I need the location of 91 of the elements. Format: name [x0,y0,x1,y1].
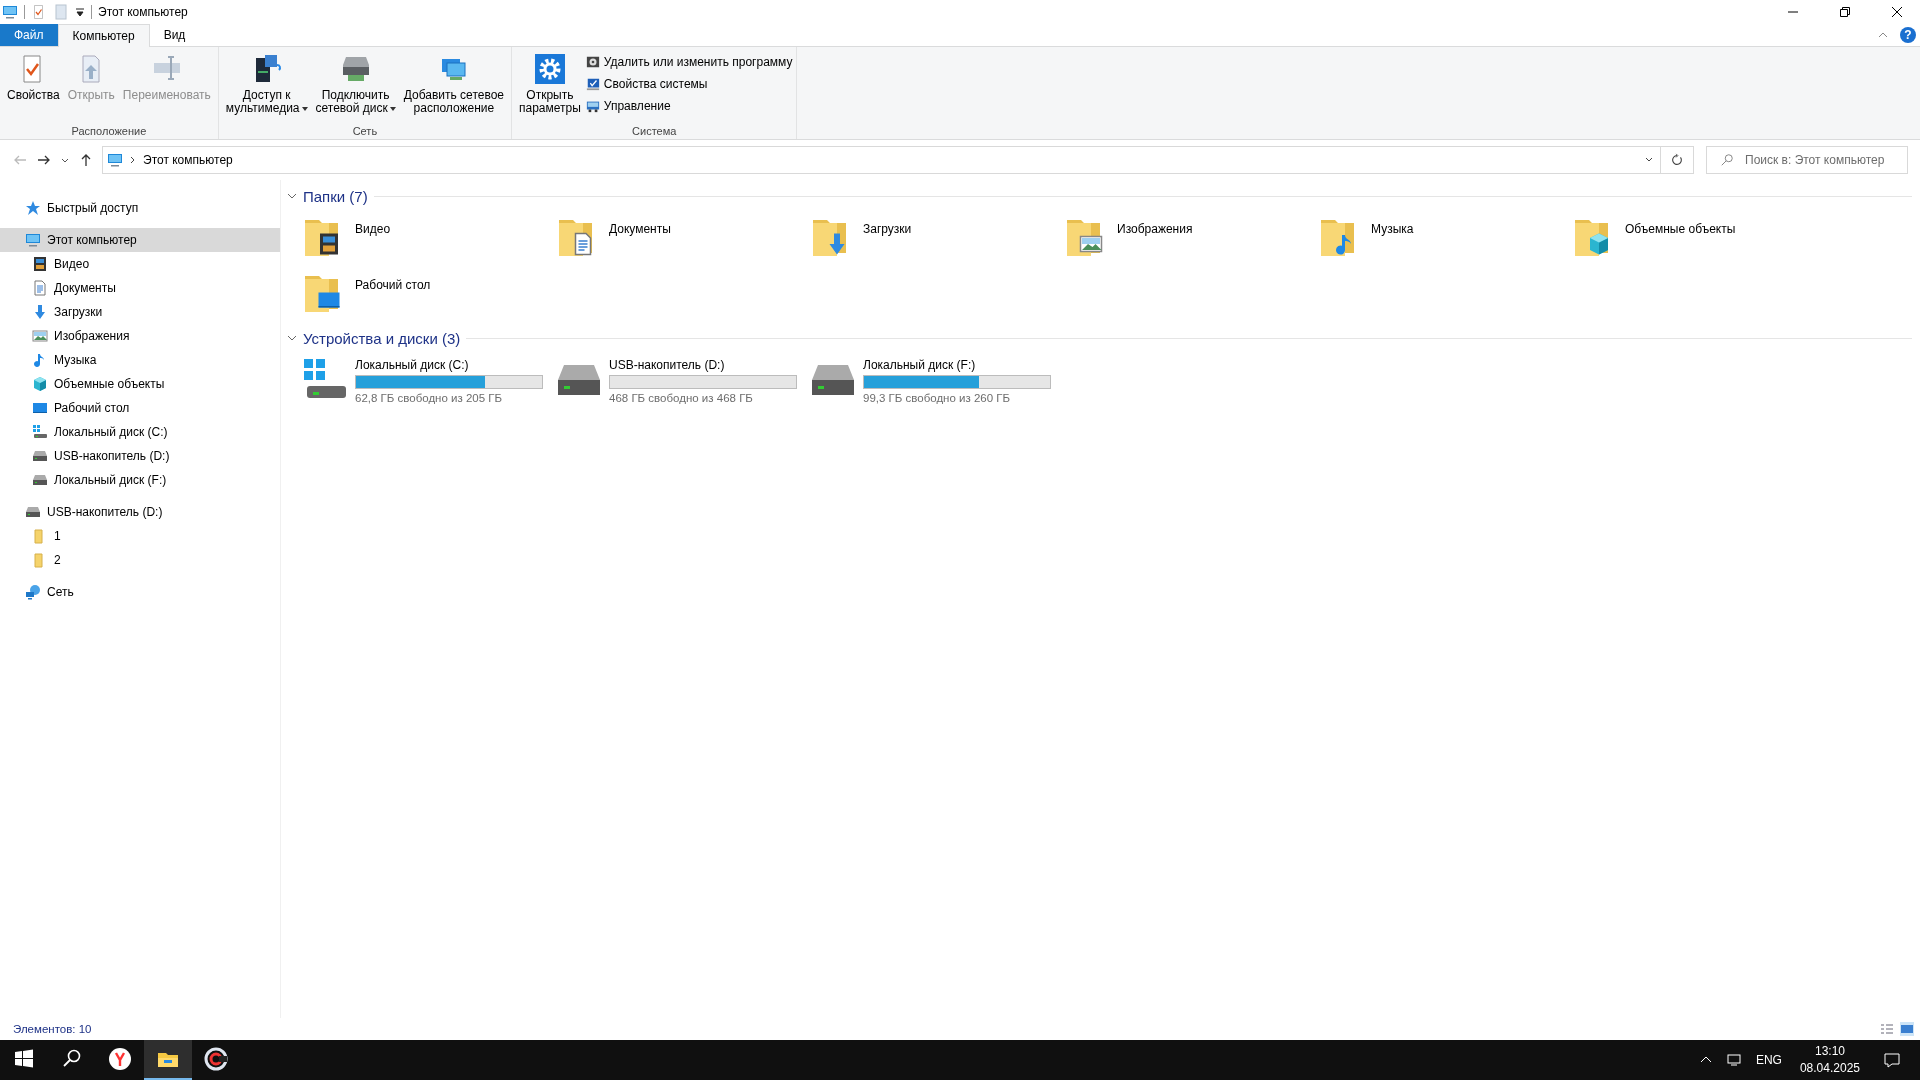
sidebar-item[interactable]: Объемные объекты [0,372,280,396]
folder-tile[interactable]: Загрузки [809,214,1063,266]
ribbon-button[interactable]: Добавить сетевое расположение [400,51,507,125]
ribbon-button[interactable]: Открыть параметры [516,51,584,125]
computer-icon [107,152,123,168]
folder-tile[interactable]: Музыка [1317,214,1571,266]
refresh-icon[interactable] [1670,153,1684,167]
customize-dropdown-icon[interactable] [75,7,85,17]
drive-tile[interactable]: Локальный диск (F:) 99,3 ГБ свободно из 260 ГБ [809,356,1063,406]
sidebar-item[interactable]: Быстрый доступ [0,196,280,220]
pc-icon [25,232,41,248]
ribbon-group-label: Система [631,125,678,137]
ribbon-button[interactable]: Подключить сетевой диск [312,51,399,125]
settings-icon [533,53,566,85]
drivewin-icon [32,424,48,440]
collapse-ribbon-icon[interactable] [1878,30,1888,40]
ribbon-button[interactable]: Свойства [4,51,63,125]
help-button[interactable]: ? [1900,27,1916,43]
network-icon[interactable] [1725,1052,1742,1068]
drive-name: Локальный диск (F:) [863,357,977,372]
drive-icon [32,472,48,488]
sidebar-item[interactable]: USB-накопитель (D:) [0,500,280,524]
sidebar-item[interactable]: Локальный диск (F:) [0,468,280,492]
sidebar-item[interactable]: Видео [0,252,280,276]
star-icon [25,200,41,216]
address-bar[interactable]: Этот компьютер [102,146,1694,174]
search-icon [1720,153,1734,167]
uninstall-icon [585,55,600,69]
computer-icon [2,4,18,20]
sidebar-item[interactable]: Музыка [0,348,280,372]
downloads-icon [32,304,48,320]
app-icon [108,1047,132,1071]
section-header[interactable]: Папки (7) [303,187,368,205]
taskbar-app-button[interactable] [144,1040,192,1080]
ribbon-tab[interactable]: Файл [0,24,58,46]
sidebar-item[interactable]: Локальный диск (C:) [0,420,280,444]
network-icon [25,584,41,600]
sidebar-item[interactable]: Этот компьютер [0,228,280,252]
sidebar-item[interactable]: Загрузки [0,300,280,324]
sidebar-item[interactable]: Документы [0,276,280,300]
system-icon [585,77,600,91]
close-icon [1891,6,1903,18]
free-space-text: 99,3 ГБ свободно из 260 ГБ [863,392,1012,404]
item-count: Элементов: 10 [13,1023,92,1035]
clock-date[interactable]: 08.04.2025 [1799,1060,1860,1077]
desktop-icon [32,400,48,416]
pictures-icon [32,328,48,344]
ribbon-group-label: Сеть [351,125,379,137]
app-icon [204,1047,228,1071]
chevron-down-icon[interactable] [287,333,297,343]
notifications-icon[interactable] [1884,1052,1900,1068]
free-space-text: 468 ГБ свободно из 468 ГБ [609,392,754,404]
folder-tile[interactable]: Объемные объекты [1571,214,1825,266]
section-header[interactable]: Устройства и диски (3) [303,329,461,347]
large-icons-view-icon[interactable] [1900,1022,1914,1036]
ribbon-small-button[interactable]: Удалить или изменить программу [585,53,793,71]
folder-tile[interactable]: Рабочий стол [301,270,555,322]
drive-tile[interactable]: Локальный диск (C:) 62,8 ГБ свободно из 205 ГБ [301,356,555,406]
ribbon-tab[interactable]: Компьютер [57,24,150,47]
ribbon-tab[interactable]: Вид [149,24,200,46]
sidebar-item[interactable]: USB-накопитель (D:) [0,444,280,468]
folder-tile[interactable]: Документы [555,214,809,266]
drive-icon [25,504,41,520]
window-title: Этот компьютер [98,5,188,19]
free-space-text: 62,8 ГБ свободно из 205 ГБ [355,392,504,404]
sidebar-item[interactable]: Изображения [0,324,280,348]
objects-icon [32,376,48,392]
ribbon-small-button[interactable]: Управление [585,97,793,115]
drive-icon [32,448,48,464]
video-icon [32,256,48,272]
drive-name: Локальный диск (C:) [355,357,470,372]
language-indicator[interactable]: ENG [1755,1053,1782,1067]
folder-tile[interactable]: Изображения [1063,214,1317,266]
folder-tile[interactable]: Видео [301,214,555,266]
address-path: Этот компьютер [143,153,233,167]
restore-icon [1839,6,1851,18]
drive-name: USB-накопитель (D:) [609,357,726,372]
documents-icon [32,280,48,296]
drive-tile[interactable]: USB-накопитель (D:) 468 ГБ свободно из 468 ГБ [555,356,809,406]
manage-icon [585,99,600,113]
sidebar-item[interactable]: 2 [0,548,280,572]
ribbon-small-button[interactable]: Свойства системы [585,75,793,93]
sidebar-item[interactable]: Сеть [0,580,280,604]
clock-time[interactable]: 13:10 [1814,1043,1845,1060]
chevron-down-icon[interactable] [287,191,297,201]
sidebar-item[interactable]: 1 [0,524,280,548]
search-field[interactable]: Поиск в: Этот компьютер [1706,146,1908,174]
sidebar-item[interactable]: Рабочий стол [0,396,280,420]
chevron-right-icon [129,156,137,164]
ribbon-button[interactable]: Доступ к мультимедиа [222,51,311,125]
ribbon-group-label: Расположение [70,125,148,137]
